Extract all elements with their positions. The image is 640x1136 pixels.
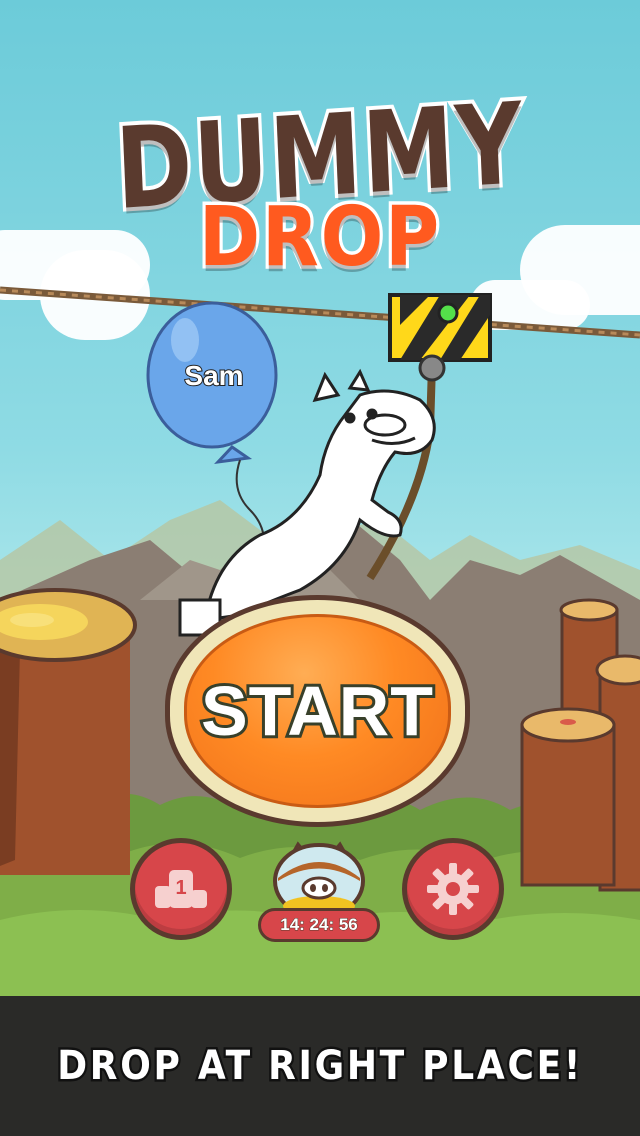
piggy-bank-icon (273, 841, 365, 919)
game-title-line2: DROP (196, 187, 443, 289)
piggy-bank-timer: 14: 24: 56 (258, 908, 380, 942)
footer-banner: DROP AT RIGHT PLACE! (0, 996, 640, 1136)
gear-icon (427, 863, 479, 915)
start-button[interactable]: START (165, 595, 470, 827)
zipline-trolley (388, 293, 492, 362)
leaderboard-rank: 1 (175, 877, 186, 899)
settings-button[interactable] (402, 838, 504, 940)
game-scene: DUMMY DROP Sam START 1 14: 24: 56 (0, 0, 640, 1000)
leaderboard-button[interactable]: 1 (130, 838, 232, 940)
podium-icon: 1 (155, 870, 207, 908)
piggy-bank-button[interactable] (268, 836, 370, 919)
start-button-face: START (184, 614, 451, 808)
footer-tagline: DROP AT RIGHT PLACE! (55, 1041, 583, 1092)
start-button-label: START (198, 669, 436, 753)
balloon-name-label: Sam (183, 359, 244, 392)
